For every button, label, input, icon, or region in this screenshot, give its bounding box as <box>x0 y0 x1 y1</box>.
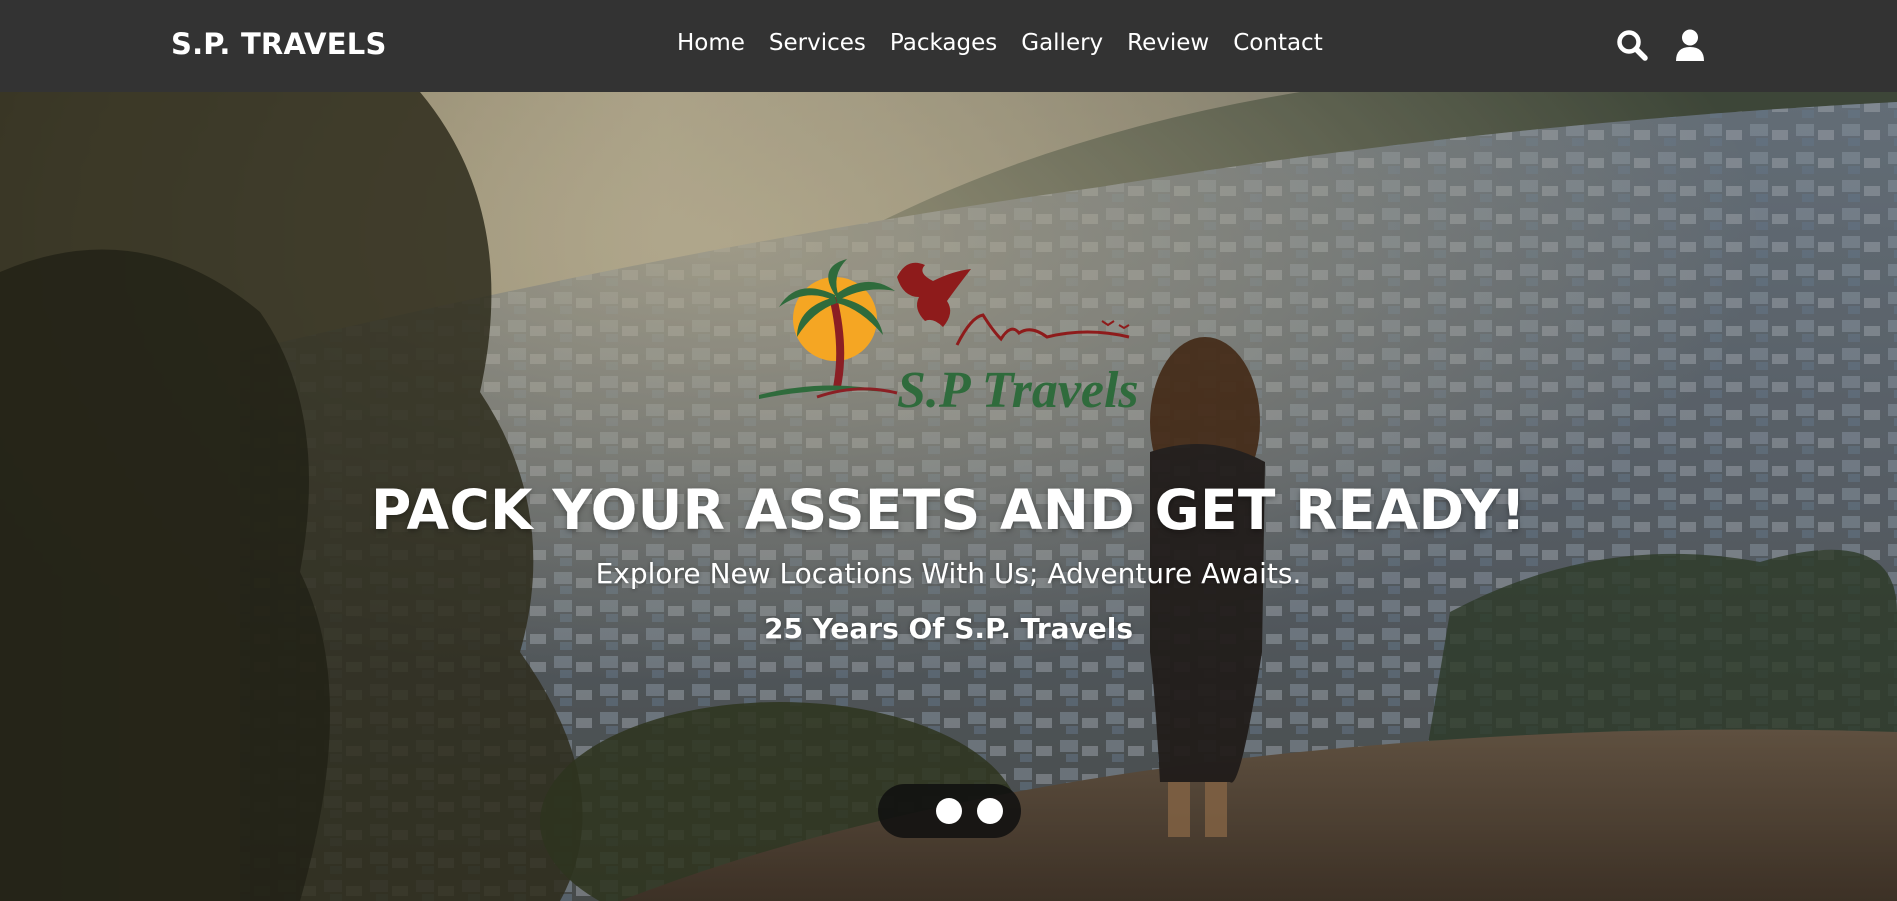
hero-years-text: 25 Years Of S.P. Travels <box>763 612 1134 645</box>
slider-dot-1[interactable] <box>936 798 962 824</box>
main-nav: Home Services Packages Gallery Review Co… <box>677 30 1323 56</box>
nav-home[interactable]: Home <box>677 30 745 56</box>
nav-services[interactable]: Services <box>769 30 866 56</box>
slider-controls <box>878 784 1021 838</box>
sp-travels-logo: S.P Travels <box>757 257 1152 419</box>
site-header: S.P. TRAVELS Home Services Packages Gall… <box>0 0 1897 92</box>
logo-text: S.P Travels <box>897 362 1139 419</box>
nav-contact[interactable]: Contact <box>1233 30 1322 56</box>
hero-title: PACK YOUR ASSETS AND GET READY! <box>370 478 1527 542</box>
user-icon[interactable] <box>1673 28 1707 62</box>
nav-packages[interactable]: Packages <box>890 30 997 56</box>
hero-section: S.P Travels PACK YOUR ASSETS AND GET REA… <box>0 92 1897 901</box>
nav-review[interactable]: Review <box>1127 30 1209 56</box>
slider-dot-2[interactable] <box>977 798 1003 824</box>
brand-logo-link[interactable]: S.P. TRAVELS <box>171 27 387 61</box>
nav-gallery[interactable]: Gallery <box>1021 30 1103 56</box>
hero-subtitle: Explore New Locations With Us; Adventure… <box>595 557 1302 590</box>
search-icon[interactable] <box>1615 28 1649 62</box>
